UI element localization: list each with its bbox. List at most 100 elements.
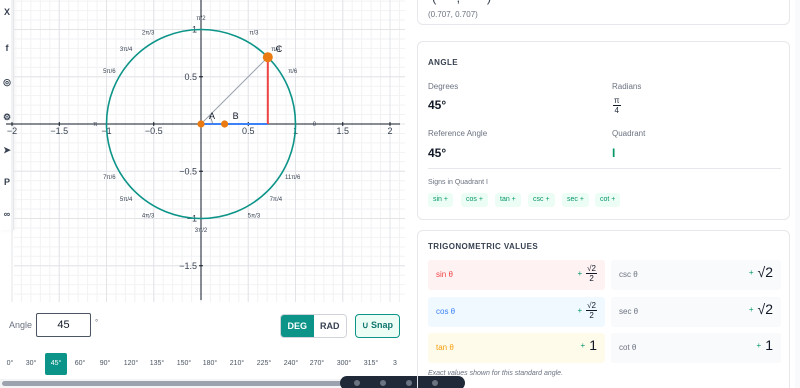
- signs-label: Signs in Quadrant I: [428, 179, 488, 186]
- sec-sign: +: [748, 304, 754, 314]
- preset-button[interactable]: 135°: [146, 353, 168, 375]
- toolbar-dot-icon[interactable]: [406, 380, 412, 386]
- degrees-label: Degrees: [428, 82, 459, 91]
- reference-angle-value: 45°: [428, 146, 447, 160]
- quadrant-label: Quadrant: [612, 129, 646, 138]
- x-tick-label: −0.5: [145, 126, 163, 136]
- cos-num: √2: [586, 301, 597, 311]
- snap-button[interactable]: ∪ Snap: [355, 314, 400, 338]
- preset-button[interactable]: 270°: [306, 353, 328, 375]
- angle-label: 5π/4: [120, 197, 133, 203]
- sign-chip: sin +: [428, 193, 453, 207]
- toolbar-dot-icon[interactable]: [354, 380, 360, 386]
- trig-values-card: TRIGONOMETRIC VALUES sin θ + √2 2 csc θ +…: [417, 230, 790, 388]
- angle-label: 3π/2: [195, 228, 208, 234]
- x-tick-label: 0.5: [242, 126, 255, 136]
- csc-sign: +: [748, 267, 754, 277]
- horizontal-scrollbar[interactable]: [0, 379, 395, 388]
- sign-chip: csc +: [528, 193, 555, 207]
- angle-label: 5π/3: [248, 214, 261, 220]
- preset-button[interactable]: 0°: [2, 353, 18, 375]
- radians-label: Radians: [612, 82, 642, 91]
- sec-value: √2: [757, 301, 773, 317]
- preset-button[interactable]: 30°: [22, 353, 40, 375]
- angle-label: π/2: [196, 16, 206, 22]
- preset-button[interactable]: 180°: [199, 353, 221, 375]
- sin-num: √2: [586, 264, 597, 274]
- angle-label: 11π/6: [285, 175, 301, 181]
- x-tick-label: −2: [7, 126, 17, 136]
- cot-sign: +: [756, 340, 762, 350]
- quadrant-value: I: [612, 146, 616, 160]
- y-tick-label: −1.5: [179, 261, 197, 271]
- radians-value: π4: [613, 96, 621, 115]
- preset-button[interactable]: 45°: [45, 353, 67, 375]
- angle-label: π/3: [249, 30, 259, 36]
- deg-button[interactable]: DEG: [281, 315, 314, 337]
- preset-button[interactable]: 3: [390, 353, 400, 375]
- x-tick-label: 2: [387, 126, 392, 136]
- tan-value: 1: [589, 337, 597, 353]
- scrollbar-thumb[interactable]: [2, 381, 342, 386]
- sign-chip: cos +: [461, 193, 488, 207]
- preset-button[interactable]: 240°: [280, 353, 302, 375]
- angle-label: 3π/4: [120, 47, 133, 53]
- degree-symbol: °: [95, 318, 99, 327]
- coordinates-text: (0.707, 0.707): [428, 10, 478, 19]
- y-tick-label: 0.5: [184, 72, 197, 82]
- radians-den: 4: [614, 106, 619, 115]
- trig-calculator-page: X f ◎ ⚙ ➤ P ∞ −2 −1.5 −1 −0.5 0.5 1 1.5 2 1 0.5 −0…: [0, 0, 800, 388]
- toolbar-dot-icon[interactable]: [380, 380, 386, 386]
- cos-cell: cos θ + √2 2: [428, 297, 605, 327]
- coordinates-card: (⁻², ⁻²) (0.707, 0.707): [417, 0, 790, 25]
- csc-cell: csc θ + √2: [611, 260, 781, 290]
- sec-cell: sec θ + √2: [611, 297, 781, 327]
- cos-sign: +: [577, 306, 583, 315]
- sec-label: sec θ: [619, 307, 639, 316]
- sin-cell: sin θ + √2 2: [428, 260, 605, 290]
- tan-label: tan θ: [436, 343, 454, 352]
- angle-label: Angle: [9, 320, 33, 330]
- cot-label: cot θ: [619, 343, 637, 352]
- unit-circle-plot[interactable]: −2 −1.5 −1 −0.5 0.5 1 1.5 210.5−0.5−1−1.5π/2π/3…: [0, 0, 405, 302]
- angle-label: π: [93, 122, 97, 128]
- cot-value: 1: [765, 337, 773, 353]
- sin-sign: +: [577, 269, 583, 278]
- preset-button[interactable]: 90°: [95, 353, 115, 375]
- cot-cell: cot θ +1: [611, 333, 781, 363]
- preset-button[interactable]: 60°: [70, 353, 90, 375]
- tan-sign: +: [580, 340, 586, 350]
- angle-label: 0: [313, 122, 317, 128]
- sin-label: sin θ: [436, 270, 453, 279]
- degrees-value: 45°: [428, 98, 447, 112]
- angle-input[interactable]: [36, 313, 91, 337]
- unit-toggle: DEG RAD: [280, 314, 347, 338]
- card-title: ANGLE: [428, 58, 458, 67]
- angle-label: 4π/3: [142, 214, 155, 220]
- preset-button[interactable]: 210°: [226, 353, 248, 375]
- coordinate-fraction-icon: (⁻², ⁻²): [432, 0, 494, 6]
- rad-button[interactable]: RAD: [314, 315, 347, 337]
- point-a: [197, 120, 205, 128]
- point-b: [221, 120, 229, 128]
- vertical-scrollbar[interactable]: [795, 0, 800, 388]
- radians-num: π: [613, 96, 621, 106]
- preset-button[interactable]: 315°: [360, 353, 382, 375]
- magnet-icon: ∪: [361, 320, 369, 330]
- angle-label: 5π/6: [103, 69, 116, 75]
- preset-button[interactable]: 120°: [120, 353, 142, 375]
- angle-label: 7π/4: [270, 197, 283, 203]
- reference-angle-label: Reference Angle: [428, 129, 488, 138]
- point-label: C: [276, 44, 283, 54]
- cos-den: 2: [589, 311, 594, 320]
- preset-button[interactable]: 150°: [173, 353, 195, 375]
- sign-chip: cot +: [595, 193, 621, 207]
- angle-label: π/6: [288, 69, 298, 75]
- divider: [428, 168, 781, 169]
- preset-button[interactable]: 300°: [333, 353, 355, 375]
- angle-label: 7π/6: [103, 175, 116, 181]
- preset-angles: 0° 30° 45° 60° 90° 120° 135° 150° 180° 2…: [0, 353, 405, 375]
- y-tick-label: −0.5: [179, 166, 197, 176]
- preset-button[interactable]: 225°: [253, 353, 275, 375]
- angle-card: ANGLE Degrees 45° Radians π4 Reference A…: [417, 41, 790, 220]
